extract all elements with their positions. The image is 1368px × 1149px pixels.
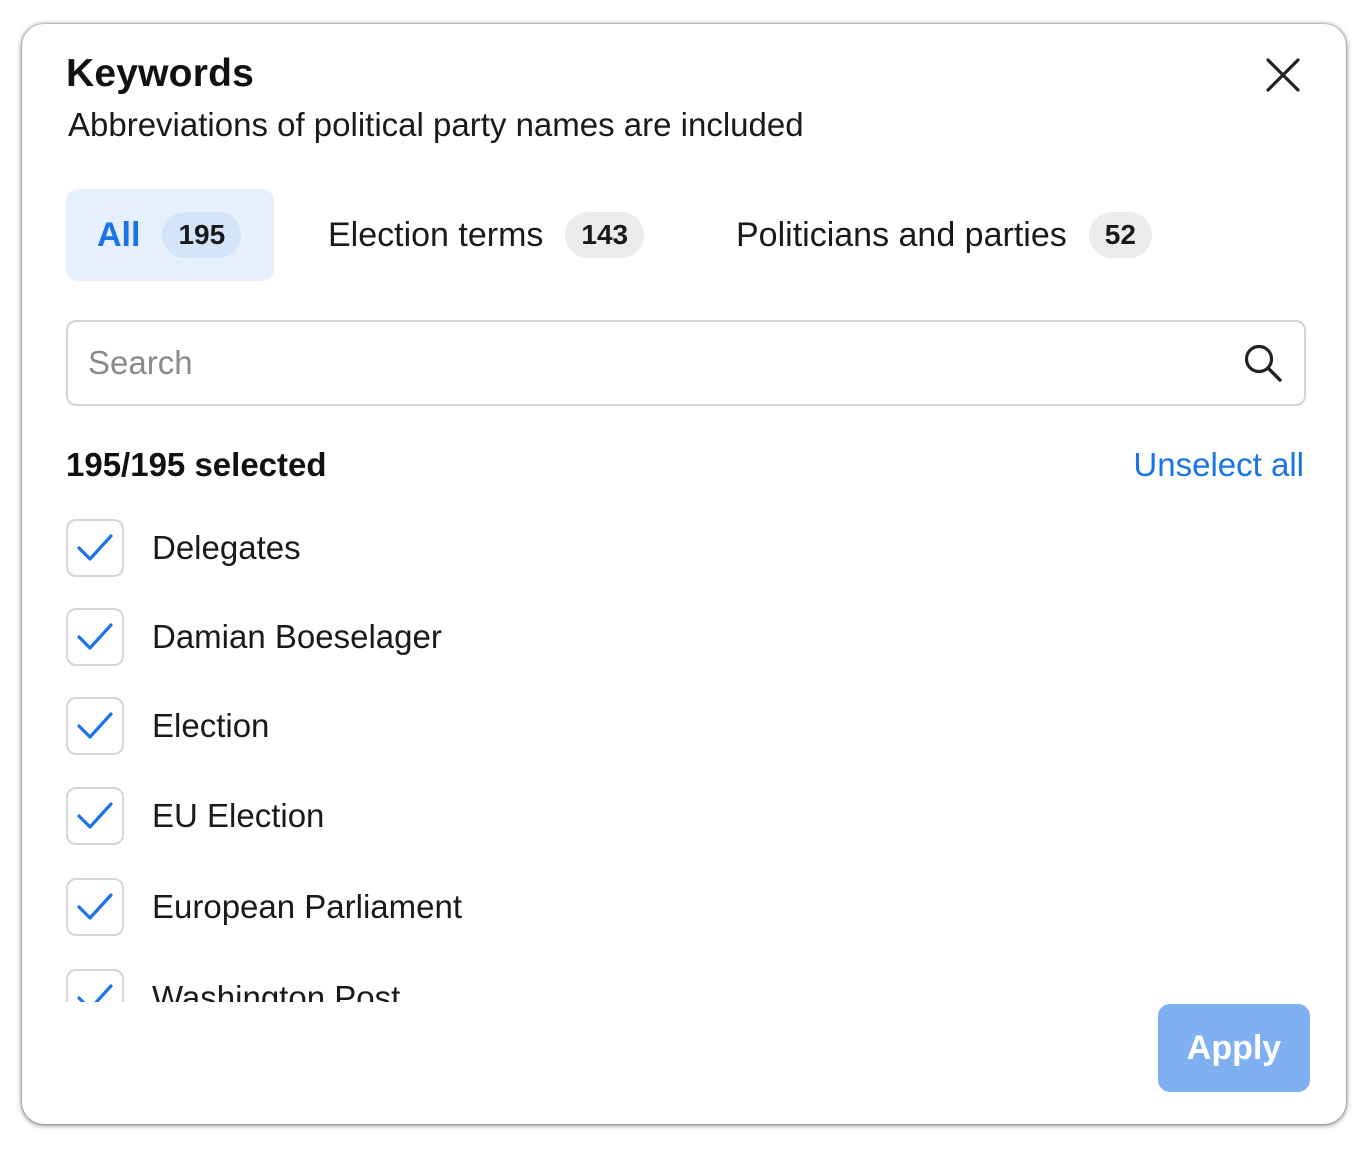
checkbox[interactable]: [66, 878, 124, 936]
tab-label: All: [97, 215, 141, 254]
tab-label: Politicians and parties: [736, 215, 1067, 254]
checkbox[interactable]: [66, 519, 124, 577]
checkbox[interactable]: [66, 787, 124, 845]
checkbox[interactable]: [66, 608, 124, 666]
tab-all[interactable]: All 195: [66, 189, 274, 281]
checkbox[interactable]: [66, 969, 124, 1002]
tab-count-badge: 195: [162, 212, 242, 258]
tab-election-terms[interactable]: Election terms 143: [328, 189, 645, 281]
dialog-subtitle: Abbreviations of political party names a…: [68, 106, 804, 143]
search-box: [66, 320, 1306, 406]
list-item-label: Election: [152, 707, 270, 744]
list-item-label: European Parliament: [152, 888, 463, 925]
list-item[interactable]: Delegates: [66, 517, 301, 579]
checkmark-icon: [77, 712, 113, 739]
apply-button[interactable]: Apply: [1158, 1004, 1310, 1092]
list-item-label: Delegates: [152, 529, 301, 566]
filter-tabs: All 195 Election terms 143 Politicians a…: [66, 189, 1306, 281]
search-icon: [1244, 344, 1282, 382]
checkmark-icon: [77, 984, 113, 1002]
checkbox[interactable]: [66, 697, 124, 755]
checkmark-icon: [77, 893, 113, 920]
list-item[interactable]: European Parliament: [66, 876, 462, 938]
list-item-label: EU Election: [152, 797, 325, 834]
search-input[interactable]: [88, 322, 1218, 404]
list-item[interactable]: Damian Boeselager: [66, 606, 442, 668]
list-item[interactable]: Election: [66, 695, 269, 757]
tab-count-badge: 52: [1088, 212, 1152, 258]
keyword-list[interactable]: Delegates Damian Boeselager Election EU …: [22, 512, 1346, 1002]
close-button[interactable]: [1262, 54, 1304, 96]
tab-count-badge: 143: [565, 212, 645, 258]
list-item-label: Damian Boeselager: [152, 618, 442, 655]
checkmark-icon: [77, 534, 113, 561]
unselect-all-link[interactable]: Unselect all: [1133, 446, 1304, 484]
tab-label: Election terms: [328, 215, 544, 254]
checkmark-icon: [77, 802, 113, 829]
close-icon: [1266, 58, 1300, 92]
list-item-label: Washington Post: [152, 979, 401, 1002]
search-button[interactable]: [1241, 341, 1285, 385]
list-item[interactable]: Washington Post: [66, 967, 400, 1002]
tab-politicians-and-parties[interactable]: Politicians and parties 52: [736, 189, 1152, 281]
list-item[interactable]: EU Election: [66, 785, 324, 847]
checkmark-icon: [77, 623, 113, 650]
selection-summary: 195/195 selected: [66, 446, 327, 483]
dialog-title: Keywords: [66, 52, 254, 95]
keywords-dialog: Keywords Abbreviations of political part…: [22, 24, 1346, 1124]
